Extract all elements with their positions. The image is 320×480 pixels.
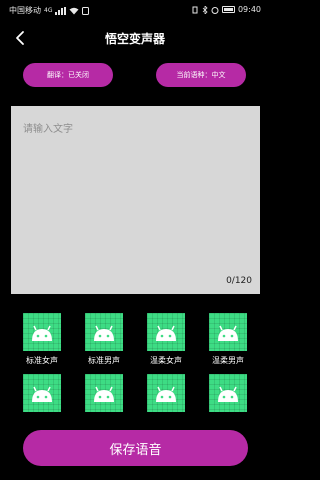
page-title: 悟空变声器 [104, 32, 165, 46]
network-type: 4G [44, 7, 53, 14]
voice-option[interactable] [147, 374, 187, 412]
voice-label: 标准女声 [26, 356, 58, 365]
voice-tile [147, 374, 185, 412]
signal-icon [55, 6, 67, 15]
notification-icon [82, 6, 90, 15]
voice-label: 温柔男声 [212, 356, 244, 365]
status-right: 09:40 [191, 5, 261, 14]
android-robot-icon [32, 386, 52, 402]
bluetooth-icon [202, 5, 208, 14]
voice-label: 温柔女声 [150, 356, 182, 365]
voice-label: 标准男声 [88, 356, 120, 365]
voice-tile [23, 374, 61, 412]
voice-option[interactable]: 温柔男声 [209, 313, 249, 365]
voice-tile [23, 313, 61, 351]
vibrate-icon [192, 6, 198, 13]
text-input-box: 0/120 [11, 106, 260, 294]
android-robot-icon [156, 386, 176, 402]
status-bar: 中国移动 4G 09:40 [0, 0, 270, 20]
translate-toggle-button[interactable]: 翻译：已关闭 [23, 63, 113, 87]
android-robot-icon [94, 386, 114, 402]
language-select-button[interactable]: 当前语种：中文 [156, 63, 246, 87]
alarm-icon [211, 6, 219, 14]
voice-option[interactable]: 温柔女声 [147, 313, 187, 365]
android-robot-icon [156, 325, 176, 341]
voice-tile [85, 313, 123, 351]
voice-option[interactable]: 标准男声 [85, 313, 125, 365]
android-robot-icon [94, 325, 114, 341]
android-robot-icon [218, 325, 238, 341]
voice-option[interactable] [209, 374, 249, 412]
save-voice-button[interactable]: 保存语音 [23, 430, 248, 466]
voice-option[interactable] [85, 374, 125, 412]
clock-time: 09:40 [237, 5, 261, 14]
text-input[interactable] [11, 106, 260, 294]
wifi-icon [69, 7, 79, 14]
status-left: 中国移动 4G [9, 5, 90, 16]
battery-icon [221, 6, 235, 13]
title-bar: 悟空变声器 [0, 24, 270, 52]
voice-tile [85, 374, 123, 412]
voice-tile [147, 313, 185, 351]
char-counter: 0/120 [226, 276, 252, 286]
android-robot-icon [218, 386, 238, 402]
carrier-label: 中国移动 [9, 6, 41, 15]
voice-tile [209, 374, 247, 412]
voice-option[interactable]: 标准女声 [23, 313, 63, 365]
android-robot-icon [32, 325, 52, 341]
voice-tile [209, 313, 247, 351]
voice-option[interactable] [23, 374, 63, 412]
